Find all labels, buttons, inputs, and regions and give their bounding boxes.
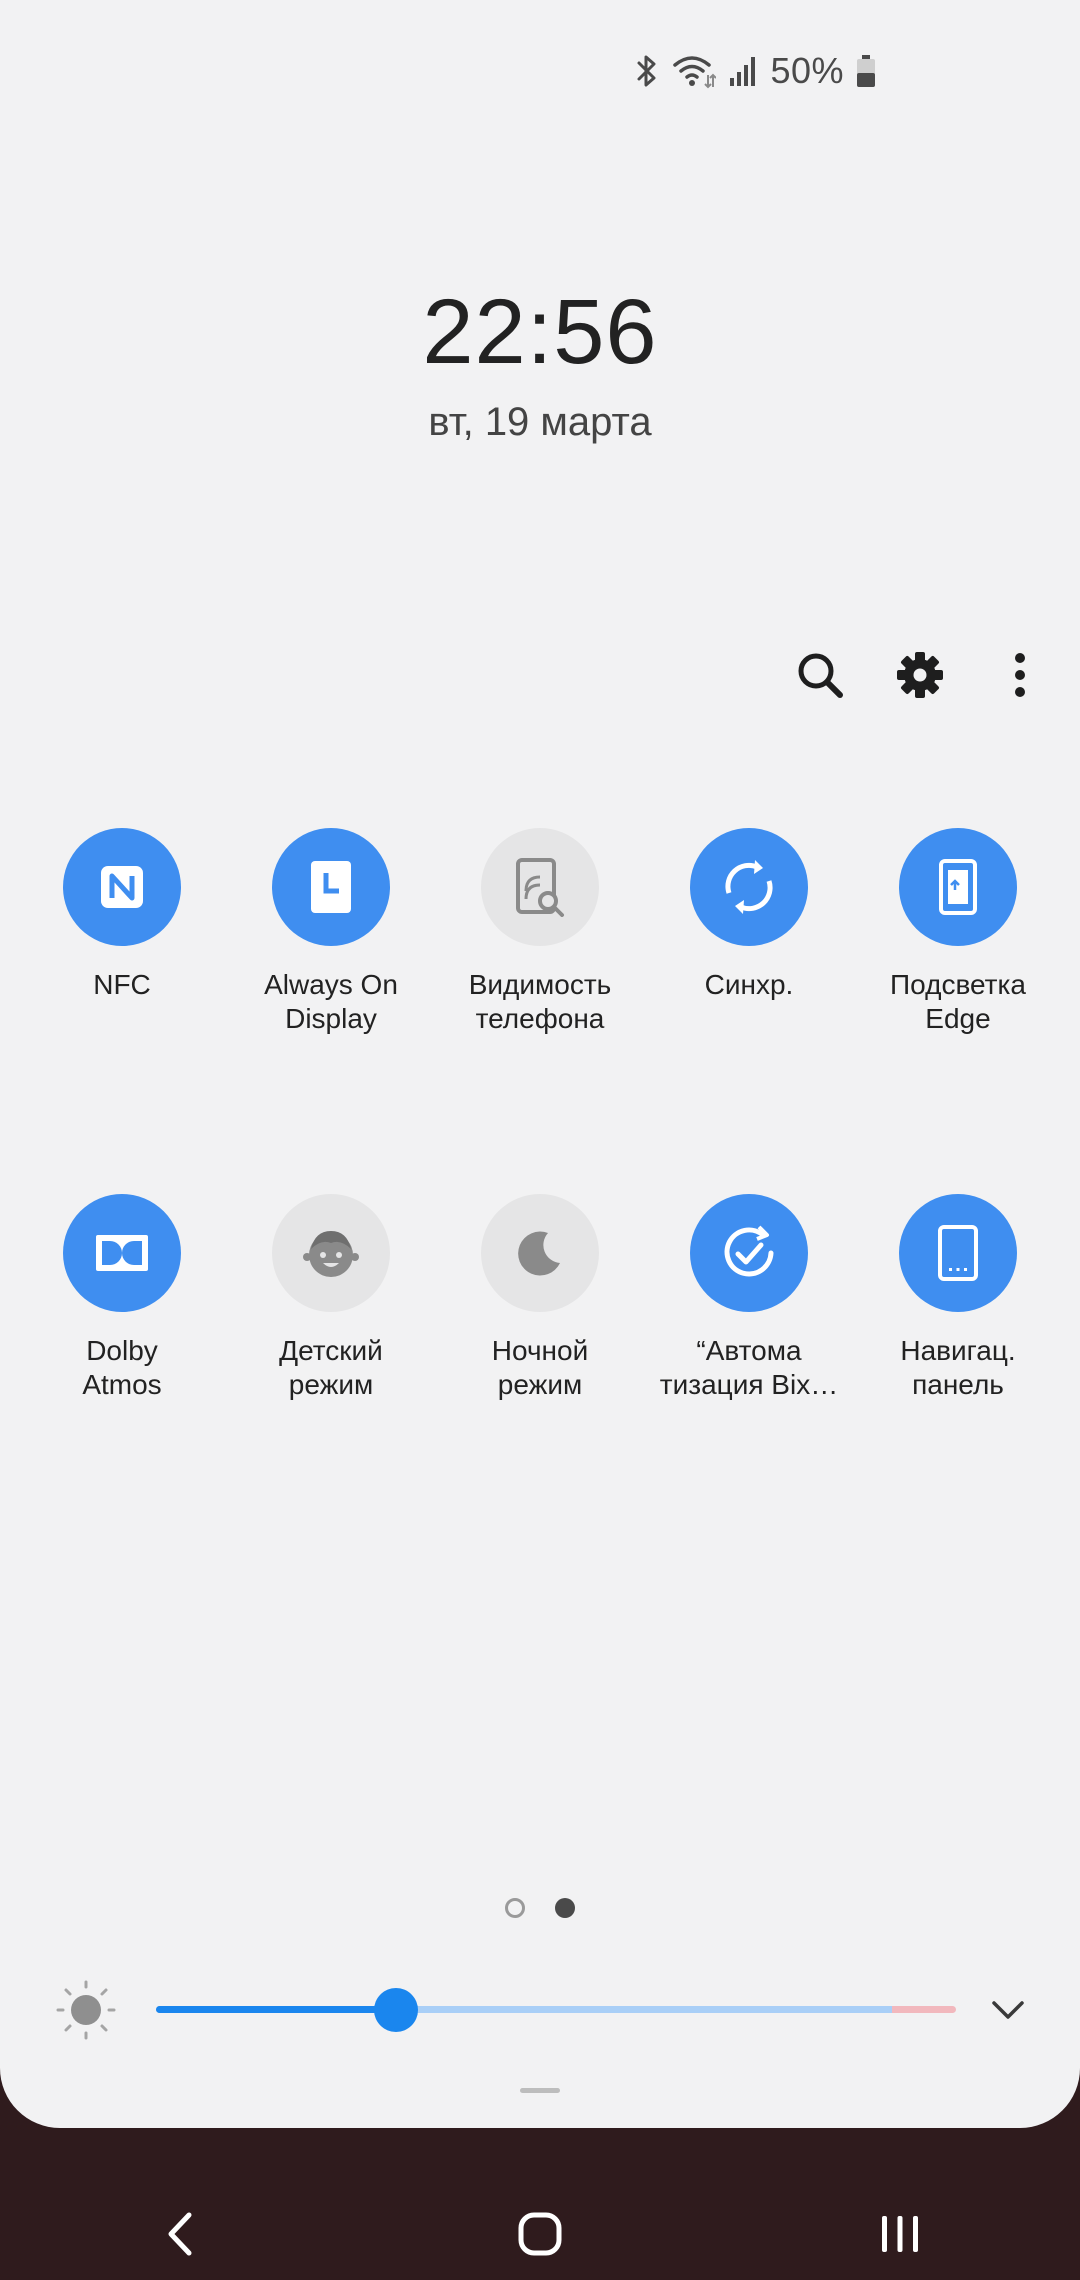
tile-bixby-routines[interactable]: “Автома тизация Bix… bbox=[645, 1194, 853, 1402]
search-button[interactable] bbox=[790, 640, 850, 710]
wifi-icon bbox=[672, 53, 717, 89]
tile-dolby-atmos-label: Dolby Atmos bbox=[82, 1335, 162, 1400]
brightness-slider[interactable] bbox=[156, 1988, 956, 2032]
tile-kids-mode-circle[interactable] bbox=[272, 1194, 390, 1312]
chevron-down-icon bbox=[992, 2001, 1024, 2019]
search-icon bbox=[798, 653, 843, 698]
tile-always-on-display-label: Always On Display bbox=[264, 969, 398, 1034]
tile-sync-label: Синхр. bbox=[704, 969, 794, 1000]
recents-button[interactable] bbox=[840, 2174, 960, 2280]
tile-phone-visibility-label: Видимость телефона bbox=[468, 969, 612, 1034]
tile-edge-lighting-label: Подсветка Edge bbox=[890, 969, 1026, 1034]
tile-night-mode-circle[interactable] bbox=[481, 1194, 599, 1312]
panel-drag-handle[interactable] bbox=[520, 2088, 560, 2093]
quick-panel-actions bbox=[790, 640, 1050, 710]
tile-kids-mode[interactable]: Детский режим bbox=[227, 1194, 435, 1402]
tile-navigation-bar[interactable]: Навигац. панель bbox=[854, 1194, 1062, 1402]
brightness-slider-thumb[interactable] bbox=[374, 1988, 418, 2032]
tile-edge-lighting[interactable]: Подсветка Edge bbox=[854, 828, 1062, 1036]
tile-nfc-label: NFC bbox=[93, 969, 151, 1000]
navigation-bar bbox=[0, 2128, 1080, 2280]
battery-icon bbox=[856, 54, 876, 88]
tiles-row-1: NFC Always On Display Видимость телефона… bbox=[18, 828, 1062, 1036]
brightness-control bbox=[56, 1978, 1036, 2042]
back-icon bbox=[168, 2212, 192, 2256]
tile-navigation-bar-circle[interactable] bbox=[899, 1194, 1017, 1312]
more-vertical-icon bbox=[1015, 653, 1025, 697]
bixby-routines-icon bbox=[724, 1225, 774, 1277]
tile-bixby-routines-label: “Автома тизация Bix… bbox=[659, 1335, 839, 1400]
clock-date: вт, 19 марта bbox=[428, 400, 652, 444]
tile-phone-visibility-circle[interactable] bbox=[481, 828, 599, 946]
nfc-icon bbox=[101, 866, 143, 908]
home-icon bbox=[518, 2212, 562, 2256]
tile-night-mode-label: Ночной режим bbox=[491, 1335, 589, 1400]
page-dot-2[interactable] bbox=[555, 1898, 575, 1918]
settings-button[interactable] bbox=[890, 640, 950, 710]
signal-icon bbox=[728, 54, 758, 88]
sun-icon bbox=[56, 1980, 116, 2040]
bluetooth-icon bbox=[634, 53, 660, 89]
navigation-bar-icon bbox=[938, 1225, 978, 1281]
recents-icon bbox=[882, 2216, 918, 2252]
screen: 50% 22:56 вт, 19 марта NFC Always On Dis… bbox=[0, 0, 1080, 2280]
brightness-slider-fill bbox=[156, 2006, 396, 2013]
tile-sync-circle[interactable] bbox=[690, 828, 808, 946]
tile-always-on-display-circle[interactable] bbox=[272, 828, 390, 946]
page-dot-1[interactable] bbox=[505, 1898, 525, 1918]
back-button[interactable] bbox=[120, 2174, 240, 2280]
tile-nfc-circle[interactable] bbox=[63, 828, 181, 946]
home-button[interactable] bbox=[480, 2174, 600, 2280]
sync-icon bbox=[725, 860, 773, 914]
tile-dolby-atmos[interactable]: Dolby Atmos bbox=[18, 1194, 226, 1402]
tile-kids-mode-label: Детский режим bbox=[279, 1335, 383, 1400]
tile-edge-lighting-circle[interactable] bbox=[899, 828, 1017, 946]
phone-visibility-icon bbox=[516, 858, 564, 917]
tile-bixby-routines-circle[interactable] bbox=[690, 1194, 808, 1312]
tile-night-mode[interactable]: Ночной режим bbox=[436, 1194, 644, 1402]
edge-lighting-icon bbox=[939, 859, 977, 915]
more-options-button[interactable] bbox=[990, 640, 1050, 710]
kids-mode-icon bbox=[303, 1231, 359, 1277]
gear-icon bbox=[897, 652, 943, 698]
tile-dolby-atmos-circle[interactable] bbox=[63, 1194, 181, 1312]
tiles-row-2: Dolby Atmos Детский режим Ночной режим “… bbox=[18, 1194, 1062, 1402]
tile-nfc[interactable]: NFC bbox=[18, 828, 226, 1036]
quick-panel: 50% 22:56 вт, 19 марта NFC Always On Dis… bbox=[0, 0, 1080, 2128]
dolby-icon bbox=[96, 1235, 148, 1271]
clock-time: 22:56 bbox=[422, 281, 658, 383]
moon-icon bbox=[518, 1231, 560, 1276]
tile-navigation-bar-label: Навигац. панель bbox=[900, 1335, 1016, 1400]
status-bar: 50% bbox=[634, 46, 876, 96]
page-indicator bbox=[0, 1898, 1080, 1918]
tile-phone-visibility[interactable]: Видимость телефона bbox=[436, 828, 644, 1036]
battery-percentage: 50% bbox=[770, 50, 844, 91]
expand-brightness-button[interactable] bbox=[980, 1984, 1036, 2036]
tile-always-on-display[interactable]: Always On Display bbox=[227, 828, 435, 1036]
tile-sync[interactable]: Синхр. bbox=[645, 828, 853, 1036]
always-on-display-icon bbox=[311, 861, 351, 913]
